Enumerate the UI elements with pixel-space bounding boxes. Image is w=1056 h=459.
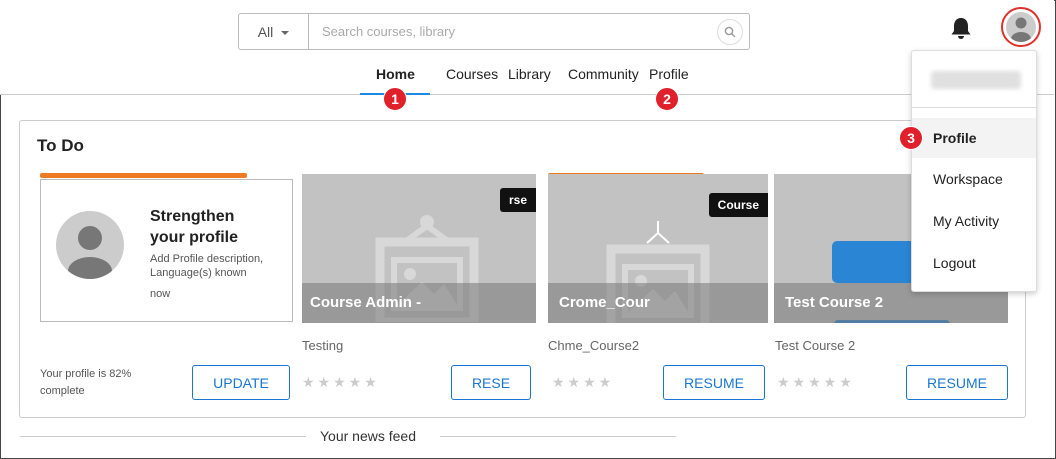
profile-card-line: now [150, 288, 171, 300]
step-badge-1: 1 [383, 87, 407, 111]
search-bar: All [238, 13, 750, 50]
course-subtitle: Test Course 2 [775, 338, 856, 353]
update-button[interactable]: UPDATE [192, 365, 290, 400]
course-subtitle: Testing [302, 338, 344, 353]
resume-button[interactable]: RESE [451, 365, 531, 400]
profile-card-title: Strengthen your profile [150, 208, 239, 246]
menu-item-profile[interactable]: Profile [912, 118, 1036, 158]
resume-button[interactable]: RESUME [906, 365, 1008, 400]
step-badge-3: 3 [899, 126, 923, 150]
course-thumbnail[interactable]: Crome_Cour Course [548, 174, 768, 323]
user-name-blurred [931, 71, 1021, 89]
search-scope-dropdown[interactable]: All [239, 14, 309, 49]
divider [20, 436, 306, 437]
todo-title: To Do [37, 136, 84, 155]
menu-item-logout[interactable]: Logout [912, 243, 1036, 283]
thumbnail-graphic [832, 241, 922, 283]
bell-icon[interactable] [950, 16, 972, 40]
search-input[interactable] [309, 14, 717, 49]
nav-community[interactable]: Community [568, 66, 639, 82]
menu-item-workspace[interactable]: Workspace [912, 159, 1036, 199]
search-icon [724, 26, 736, 38]
user-menu: Profile Workspace My Activity Logout [911, 50, 1037, 292]
course-title: Crome_Cour [559, 294, 650, 311]
profile-progress-text: Your profile is 82% complete [40, 368, 132, 397]
course-title: Course Admin - [310, 294, 422, 311]
course-title: Test Course 2 [785, 294, 884, 311]
rating-stars: ★★★★★ [777, 374, 855, 390]
resume-button[interactable]: RESUME [663, 365, 765, 400]
avatar [1006, 12, 1036, 42]
nav-library[interactable]: Library [508, 66, 551, 82]
nav-courses[interactable]: Courses [446, 66, 498, 82]
profile-avatar [56, 211, 124, 279]
search-button[interactable] [717, 19, 743, 45]
menu-item-my-activity[interactable]: My Activity [912, 201, 1036, 241]
profile-card-line: Add Profile description, [150, 253, 264, 265]
course-subtitle: Chme_Course2 [548, 338, 640, 353]
rating-stars: ★★★★★ [302, 374, 380, 390]
nav-home[interactable]: Home [376, 66, 415, 82]
course-tag: Course [708, 193, 768, 217]
rating-stars: ★★★★ [552, 374, 615, 390]
news-feed-label: Your news feed [320, 428, 416, 444]
step-badge-2: 2 [655, 87, 679, 111]
profile-card-line: Language(s) known [150, 267, 247, 279]
profile-progress-bar [40, 173, 247, 178]
course-thumbnail[interactable]: Course Admin - rse [302, 174, 536, 323]
course-tag: rse [499, 188, 536, 212]
search-scope-label: All [257, 23, 274, 40]
chevron-down-icon [281, 30, 290, 35]
divider [440, 436, 676, 437]
nav-profile[interactable]: Profile [649, 66, 689, 82]
user-avatar-button[interactable] [1001, 7, 1041, 47]
divider [912, 107, 1036, 108]
